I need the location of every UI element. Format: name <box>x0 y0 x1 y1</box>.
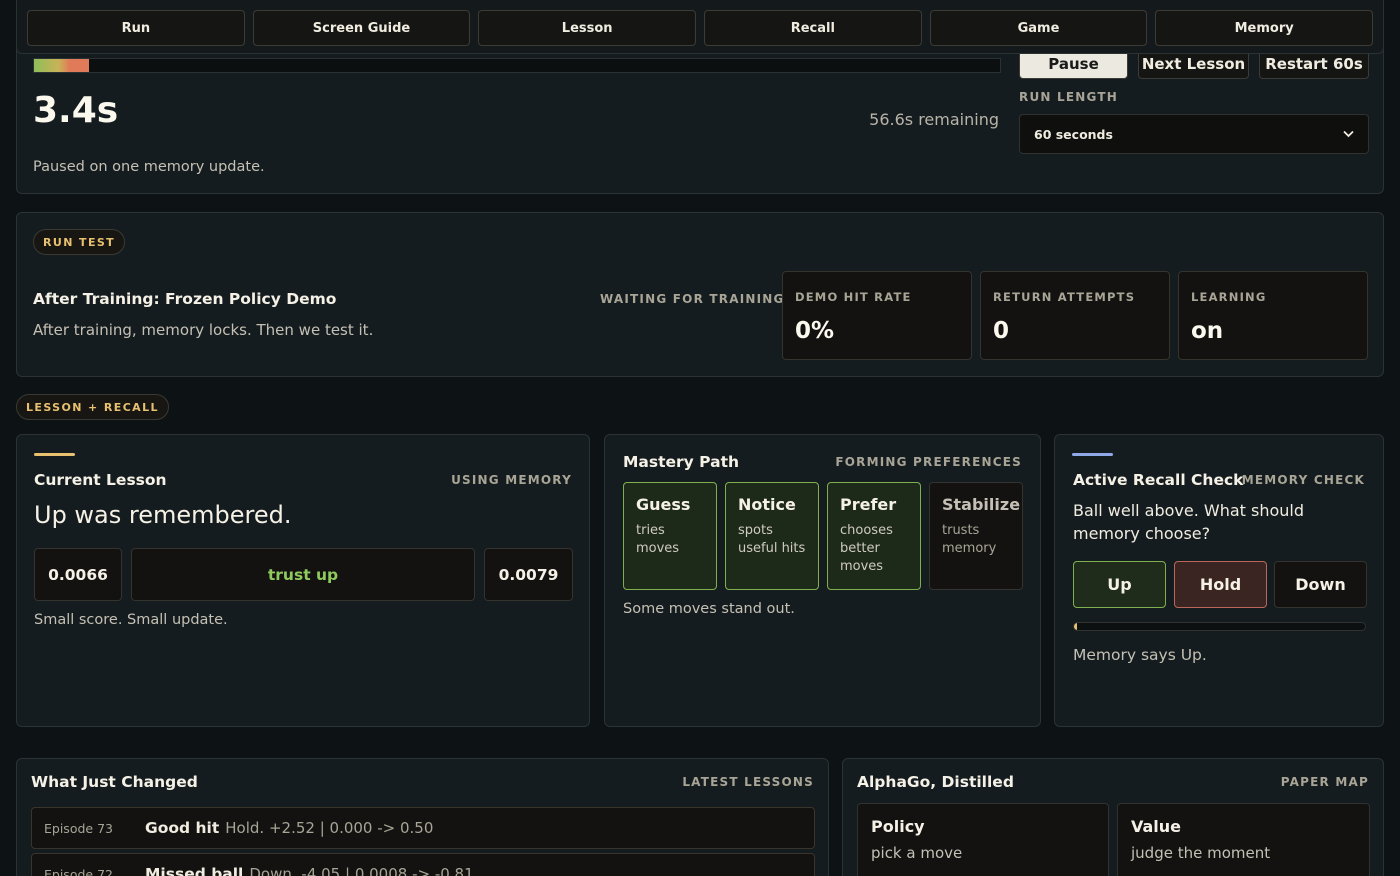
list-item: Episode 73 Good hit Hold. +2.52 | 0.000 … <box>31 807 815 849</box>
stat-demo-hit-rate: DEMO HIT RATE 0% <box>782 271 972 360</box>
recall-title: Active Recall Check <box>1073 471 1244 489</box>
tab-memory[interactable]: Memory <box>1155 10 1374 46</box>
episode-number: Episode 73 <box>44 820 113 836</box>
alphago-title: AlphaGo, Distilled <box>857 773 1014 791</box>
run-progress-fill <box>34 59 90 72</box>
episode-number: Episode 72 <box>44 866 113 876</box>
run-progress-bar <box>33 58 1001 73</box>
recall-accent-bar <box>1072 453 1113 456</box>
recall-mode: MEMORY CHECK <box>1241 473 1365 487</box>
choice-up-button[interactable]: Up <box>1073 561 1166 608</box>
episode-headline: Missed ball <box>145 865 244 876</box>
alphago-tag: PAPER MAP <box>1280 775 1369 789</box>
step-title: Notice <box>738 495 796 514</box>
card-title: Value <box>1131 817 1182 836</box>
mastery-note: Some moves stand out. <box>623 601 795 617</box>
recall-question: Ball well above. What should memory choo… <box>1073 501 1305 543</box>
timer-panel: 3.4s 56.6s remaining Paused on one memor… <box>16 40 1384 194</box>
section-badge: LESSON + RECALL <box>16 394 169 420</box>
run-test-panel: RUN TEST After Training: Frozen Policy D… <box>16 212 1384 377</box>
score-after: 0.0079 <box>484 548 573 601</box>
stat-return-attempts: RETURN ATTEMPTS 0 <box>980 271 1170 360</box>
stat-label: DEMO HIT RATE <box>795 290 912 304</box>
tab-lesson[interactable]: Lesson <box>478 10 697 46</box>
step-description: trusts memory <box>942 523 997 556</box>
episode-headline: Good hit <box>145 819 220 837</box>
step-title: Stabilize <box>942 495 1021 514</box>
lesson-title: Current Lesson <box>34 471 167 489</box>
alphago-panel: AlphaGo, Distilled PAPER MAP Policy pick… <box>842 758 1384 876</box>
what-changed-panel: What Just Changed LATEST LESSONS Episode… <box>16 758 829 876</box>
chevron-down-icon <box>1343 130 1354 138</box>
stat-value: 0 <box>993 318 1010 344</box>
recall-note: Memory says Up. <box>1073 646 1207 664</box>
choice-hold-button[interactable]: Hold <box>1174 561 1267 608</box>
mastery-step-notice: Notice spots useful hits <box>725 482 819 590</box>
stat-label: RETURN ATTEMPTS <box>993 290 1136 304</box>
recall-progress-fill <box>1074 623 1078 630</box>
stat-learning: LEARNING on <box>1178 271 1368 360</box>
lesson-mode: USING MEMORY <box>451 473 572 487</box>
tab-recall[interactable]: Recall <box>704 10 922 46</box>
card-title: Policy <box>871 817 925 836</box>
list-item: Episode 72 Missed ball Down. -4.05 | 0.0… <box>31 853 815 876</box>
episode-detail: Hold. +2.52 | 0.000 -> 0.50 <box>225 819 434 837</box>
mastery-step-stabilize: Stabilize trusts memory <box>929 482 1023 590</box>
tab-screen-guide[interactable]: Screen Guide <box>252 10 471 46</box>
card-policy: Policy pick a move <box>857 803 1109 876</box>
step-description: spots useful hits <box>738 523 806 556</box>
episode-detail: Down. -4.05 | 0.0008 -> -0.81 <box>249 865 474 876</box>
run-test-title: After Training: Frozen Policy Demo <box>33 290 337 308</box>
lesson-headline: Up was remembered. <box>34 501 292 529</box>
changes-title: What Just Changed <box>31 773 198 791</box>
step-title: Guess <box>636 495 691 514</box>
stat-value: 0% <box>795 318 835 344</box>
status-note: Paused on one memory update. <box>33 159 265 175</box>
stat-value: on <box>1191 318 1224 344</box>
tab-game[interactable]: Game <box>929 10 1148 46</box>
step-title: Prefer <box>840 495 897 514</box>
run-test-badge: RUN TEST <box>33 229 126 255</box>
mastery-stage: FORMING PREFERENCES <box>835 455 1022 469</box>
current-lesson-panel: Current Lesson USING MEMORY Up was remem… <box>16 434 590 727</box>
changes-tag: LATEST LESSONS <box>682 775 814 789</box>
remaining-time: 56.6s remaining <box>869 110 999 129</box>
card-description: judge the moment <box>1131 844 1271 862</box>
card-value: Value judge the moment <box>1117 803 1370 876</box>
card-description: pick a move <box>871 844 963 862</box>
stat-label: LEARNING <box>1191 290 1267 304</box>
mastery-step-guess: Guess tries moves <box>623 482 717 590</box>
lesson-note: Small score. Small update. <box>34 612 228 628</box>
step-description: chooses better moves <box>840 523 893 574</box>
run-test-description: After training, memory locks. Then we te… <box>33 321 374 339</box>
step-description: tries moves <box>636 523 680 556</box>
lesson-accent-bar <box>34 453 75 456</box>
top-nav: Run Screen Guide Lesson Recall Game Memo… <box>16 0 1384 54</box>
tab-run[interactable]: Run <box>27 10 245 46</box>
mastery-path-panel: Mastery Path FORMING PREFERENCES Guess t… <box>604 434 1041 727</box>
choice-down-button[interactable]: Down <box>1274 561 1367 608</box>
score-before: 0.0066 <box>34 548 122 601</box>
mastery-step-prefer: Prefer chooses better moves <box>827 482 921 590</box>
run-length-select[interactable]: 60 seconds <box>1019 114 1369 154</box>
run-length-value: 60 seconds <box>1034 126 1113 142</box>
run-test-status: WAITING FOR TRAINING <box>600 292 785 306</box>
active-recall-panel: Active Recall Check MEMORY CHECK Ball we… <box>1054 434 1384 727</box>
mastery-title: Mastery Path <box>623 453 740 471</box>
elapsed-time: 3.4s <box>33 90 119 131</box>
lesson-action: trust up <box>131 548 475 601</box>
recall-progress-bar <box>1073 622 1366 631</box>
run-length-label: RUN LENGTH <box>1019 90 1118 104</box>
